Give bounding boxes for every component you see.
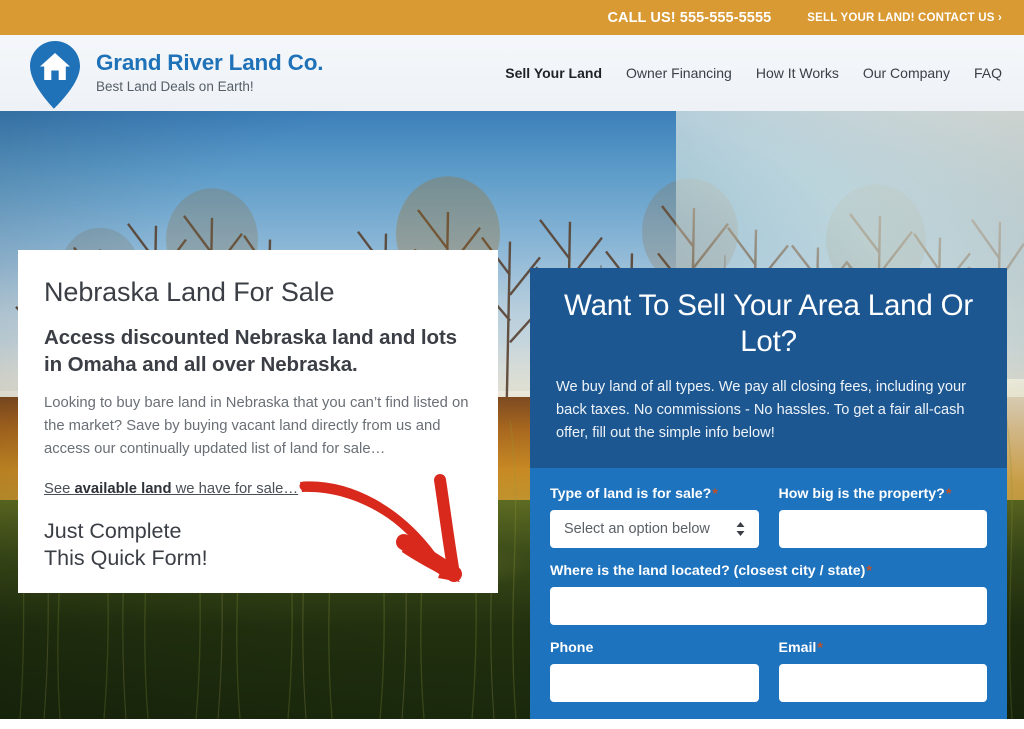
label-location-text: Where is the land located? (closest city… (550, 563, 866, 580)
map-pin-house-icon (26, 39, 84, 111)
nav-item-owner-financing[interactable]: Owner Financing (626, 65, 732, 81)
location-input[interactable] (550, 587, 987, 626)
nav-item-our-company[interactable]: Our Company (863, 65, 950, 81)
contact-us-link[interactable]: SELL YOUR LAND! CONTACT US › (807, 12, 1002, 24)
form-title: Want To Sell Your Area Land Or Lot? (564, 289, 973, 358)
info-paragraph: Looking to buy bare land in Nebraska tha… (44, 394, 469, 457)
form-row-2: Where is the land located? (closest city… (550, 563, 987, 626)
available-land-link[interactable]: See available land we have for sale… (44, 481, 298, 497)
label-property-size-text: How big is the property? (778, 486, 945, 503)
top-announcement-bar: CALL US! 555-555-5555 SELL YOUR LAND! CO… (0, 0, 1024, 35)
brand-tagline: Best Land Deals on Earth! (96, 78, 254, 94)
field-group-land-type: Type of land is for sale?* Select an opt… (550, 486, 759, 549)
link-prefix: See (44, 480, 75, 497)
info-subheading: Access discounted Nebraska land and lots… (44, 326, 457, 376)
required-marker-property-size: * (945, 486, 952, 503)
field-group-location: Where is the land located? (closest city… (550, 563, 987, 626)
brand-name: Grand River Land Co. (96, 50, 324, 76)
call-us-phone[interactable]: CALL US! 555-555-5555 (607, 10, 771, 26)
form-row-3: Phone Email* (550, 640, 988, 703)
complete-form-callout: Just Complete This Quick Form! (44, 518, 472, 572)
email-input[interactable] (778, 664, 987, 703)
label-location: Where is the land located? (closest city… (550, 563, 987, 580)
brand-logo[interactable]: Grand River Land Co. Best Land Deals on … (0, 35, 323, 111)
required-marker-email: * (817, 640, 823, 657)
lead-capture-form: Want To Sell Your Area Land Or Lot? We b… (530, 268, 1007, 719)
callout-line-2: This Quick Form! (44, 545, 208, 570)
nav-item-faq[interactable]: FAQ (974, 65, 1002, 81)
field-group-phone: Phone (550, 640, 759, 703)
nav-item-how-it-works[interactable]: How It Works (756, 65, 839, 81)
form-header: Want To Sell Your Area Land Or Lot? We b… (530, 268, 1007, 469)
available-land-link-row: See available land we have for sale… (44, 480, 472, 498)
nav-item-sell-your-land[interactable]: Sell Your Land (505, 65, 602, 81)
label-property-size: How big is the property?* (779, 486, 988, 503)
page-bottom-strip (0, 719, 1024, 729)
label-land-type-text: Type of land is for sale? (550, 486, 712, 503)
site-header: Grand River Land Co. Best Land Deals on … (0, 35, 1024, 111)
form-subtitle: We buy land of all types. We pay all clo… (556, 378, 966, 441)
label-email: Email* (779, 640, 988, 657)
label-phone: Phone (550, 640, 594, 657)
callout-line-1: Just Complete (44, 518, 182, 543)
page-title: Nebraska Land For Sale (44, 277, 335, 307)
link-bold-text: available land (74, 480, 172, 497)
field-group-property-size: How big is the property?* (778, 486, 988, 549)
select-wrapper-land-type: Select an option below (550, 510, 759, 549)
label-email-text: Email (778, 640, 817, 657)
form-fields: Type of land is for sale?* Select an opt… (530, 468, 1007, 719)
info-card: Nebraska Land For Sale Access discounted… (18, 250, 498, 594)
landing-page: CALL US! 555-555-5555 SELL YOUR LAND! CO… (0, 0, 1024, 729)
hero-section: Nebraska Land For Sale Access discounted… (0, 111, 1024, 719)
field-group-email: Email* (778, 640, 988, 703)
form-row-1: Type of land is for sale?* Select an opt… (550, 486, 988, 549)
link-suffix: we have for sale… (171, 480, 299, 497)
land-type-select[interactable]: Select an option below (550, 510, 759, 549)
phone-input[interactable] (550, 664, 759, 703)
property-size-input[interactable] (778, 510, 987, 549)
label-land-type: Type of land is for sale?* (550, 486, 759, 503)
required-marker-land-type: * (712, 486, 718, 503)
main-navigation: Sell Your Land Owner Financing How It Wo… (505, 65, 1024, 81)
required-marker-location: * (866, 563, 872, 580)
